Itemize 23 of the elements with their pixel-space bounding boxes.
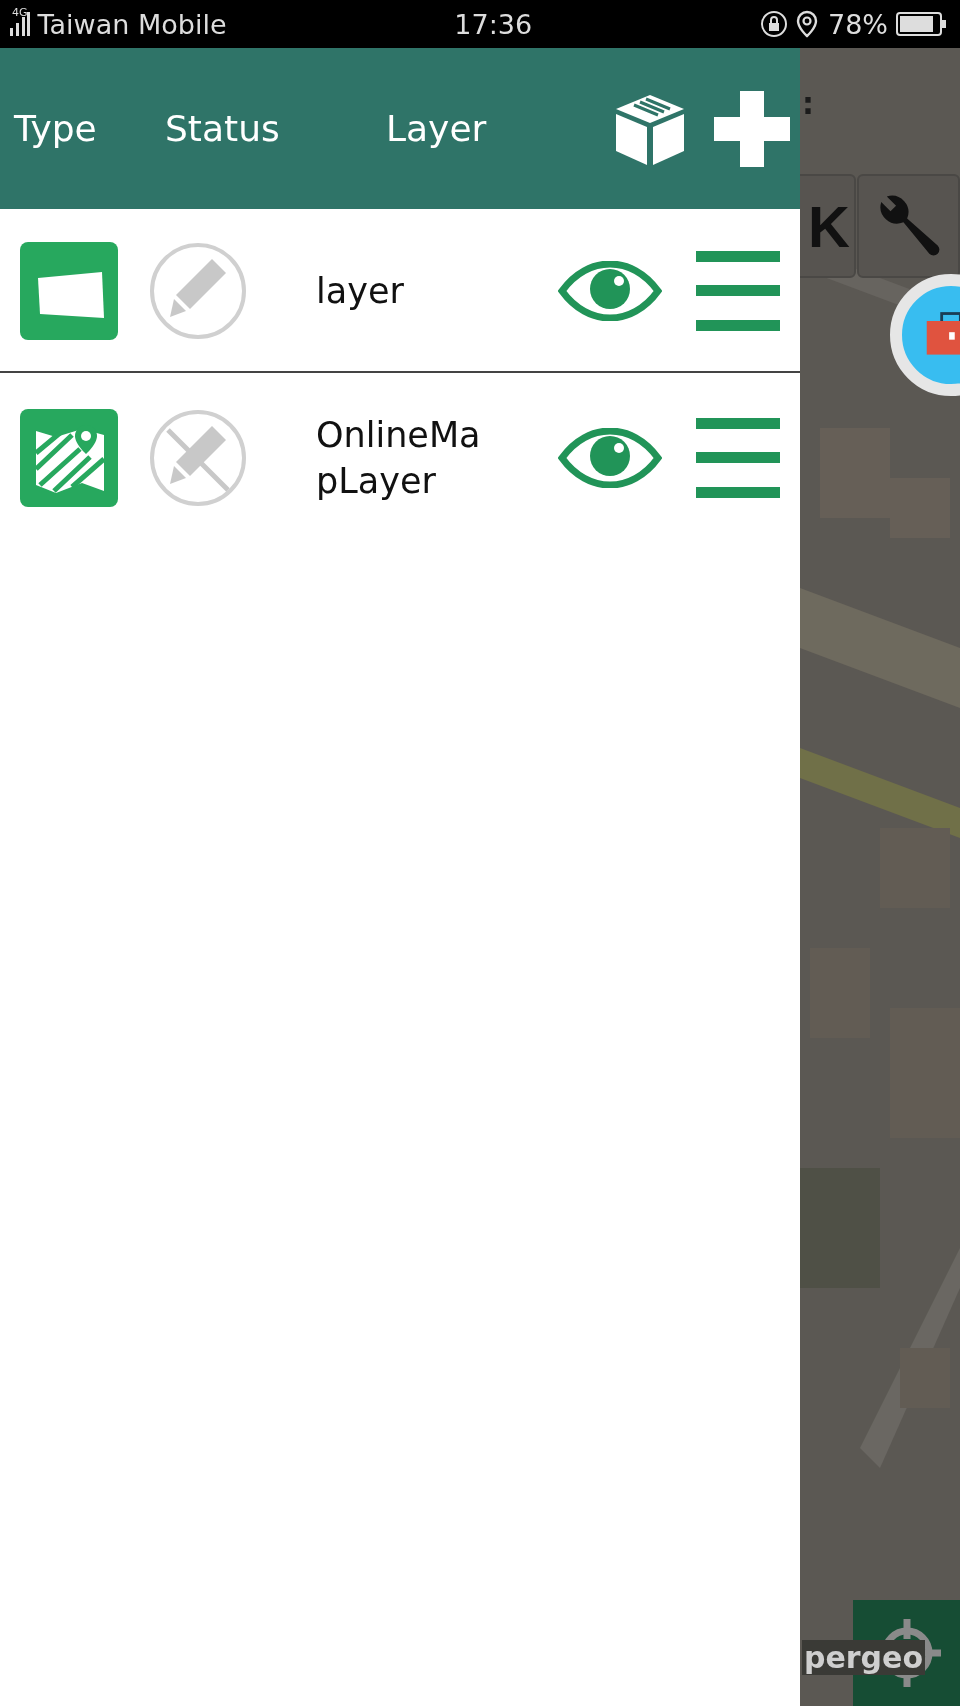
add-icon[interactable] xyxy=(714,90,790,167)
polygon-layer-icon xyxy=(20,242,118,340)
column-heading: Layer xyxy=(386,108,488,149)
carrier-name: Taiwan Mobile xyxy=(37,8,227,40)
rotation-lock-icon xyxy=(759,10,788,38)
battery-percent: 78% xyxy=(827,8,888,40)
location-icon xyxy=(795,10,818,38)
column-heading: Status xyxy=(165,108,281,149)
wrench-button[interactable] xyxy=(857,174,960,278)
map-layer-icon xyxy=(20,409,118,507)
eye-icon[interactable] xyxy=(558,261,662,321)
layer-name: layer xyxy=(316,270,405,313)
title-text: : xyxy=(802,86,814,121)
clock-time: 17:36 xyxy=(454,8,533,40)
logo-text: pergeo xyxy=(802,1640,926,1675)
battery-icon xyxy=(896,12,946,36)
network-label: 4G xyxy=(12,6,28,19)
menu-icon[interactable] xyxy=(696,249,780,333)
eye-icon[interactable] xyxy=(558,428,662,488)
layer-name: OnlineMa pLayer xyxy=(316,414,482,503)
ok-button[interactable]: K xyxy=(800,174,856,278)
menu-icon[interactable] xyxy=(696,416,780,500)
column-heading: Type xyxy=(14,108,98,149)
